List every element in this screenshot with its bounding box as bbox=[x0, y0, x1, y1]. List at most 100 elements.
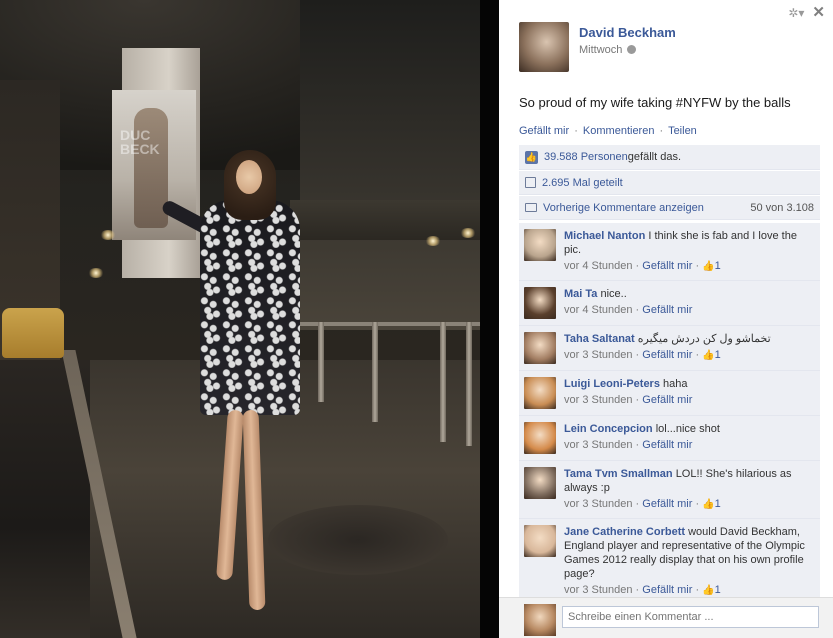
comment-like-count[interactable]: 1 bbox=[715, 584, 721, 596]
comment-text: nice.. bbox=[600, 288, 627, 300]
like-link[interactable]: Gefällt mir bbox=[519, 125, 569, 137]
close-icon[interactable]: ✕ bbox=[812, 5, 825, 20]
comment-item: Tama Tvm Smallman LOL!! She's hilarious … bbox=[519, 461, 820, 519]
comment-meta: vor 3 Stunden · Gefällt mir · 👍1 bbox=[564, 584, 721, 596]
photo-pole bbox=[440, 322, 446, 442]
comment-text: تخماشو ول کن دردش میگیره bbox=[637, 333, 771, 345]
comment-time[interactable]: vor 3 Stunden bbox=[564, 439, 633, 451]
comment-time[interactable]: vor 3 Stunden bbox=[564, 584, 633, 596]
photo-side-panel: ✲▾ ✕ David Beckham Mittwoch So proud of … bbox=[499, 0, 833, 638]
comment-item: Luigi Leoni-Peters haha vor 3 Stunden · G… bbox=[519, 371, 820, 416]
comment-time[interactable]: vor 3 Stunden bbox=[564, 498, 633, 510]
commenter-avatar[interactable] bbox=[524, 422, 556, 454]
prev-comments-link[interactable]: Vorherige Kommentare anzeigen bbox=[543, 202, 704, 214]
comment-meta: vor 4 Stunden · Gefällt mir bbox=[564, 304, 693, 316]
comment-meta: vor 3 Stunden · Gefällt mir · 👍1 bbox=[564, 349, 721, 361]
panel-controls: ✲▾ ✕ bbox=[788, 5, 825, 20]
comment-icon bbox=[525, 203, 537, 212]
post-text: So proud of my wife taking #NYFW by the … bbox=[519, 95, 791, 110]
post-time-label[interactable]: Mittwoch bbox=[579, 44, 622, 56]
commenter-name[interactable]: Lein Concepcion bbox=[564, 423, 653, 435]
feedback-summary: 👍 39.588 Personen gefällt das. 2.695 Mal… bbox=[519, 145, 820, 220]
action-separator: · bbox=[574, 125, 578, 137]
commenter-name[interactable]: Jane Catherine Corbett bbox=[564, 526, 685, 538]
likes-row: 👍 39.588 Personen gefällt das. bbox=[519, 145, 820, 170]
photo-woman-face bbox=[236, 160, 262, 194]
comment-meta: vor 4 Stunden · Gefällt mir · 👍1 bbox=[564, 260, 721, 272]
comment-time[interactable]: vor 4 Stunden bbox=[564, 260, 633, 272]
commenter-name[interactable]: Michael Nanton bbox=[564, 230, 645, 242]
commenter-avatar[interactable] bbox=[524, 377, 556, 409]
share-icon bbox=[525, 177, 536, 188]
shares-count-link[interactable]: 2.695 Mal geteilt bbox=[542, 177, 623, 189]
thumbs-up-icon: 👍 bbox=[702, 585, 715, 596]
comment-item: Michael Nanton I think she is fab and I … bbox=[519, 223, 820, 281]
viewer-avatar bbox=[524, 604, 556, 636]
commenter-avatar[interactable] bbox=[524, 287, 556, 319]
photo-taxi bbox=[2, 308, 64, 358]
comment-list: Michael Nanton I think she is fab and I … bbox=[519, 223, 820, 605]
action-separator: · bbox=[659, 125, 664, 137]
comment-body: Taha Saltanat تخماشو ول کن دردش میگیره vo… bbox=[564, 332, 771, 364]
commenter-avatar[interactable] bbox=[524, 229, 556, 261]
photo-manhole bbox=[268, 505, 448, 575]
thumbs-up-icon: 👍 bbox=[525, 150, 538, 164]
post-header: David Beckham Mittwoch bbox=[519, 22, 676, 72]
comment-body: Jane Catherine Corbett would David Beckh… bbox=[564, 525, 814, 598]
commenter-avatar[interactable] bbox=[524, 525, 556, 557]
comment-like-link[interactable]: Gefällt mir bbox=[642, 304, 692, 316]
comment-body: Tama Tvm Smallman LOL!! She's hilarious … bbox=[564, 467, 814, 512]
commenter-name[interactable]: Taha Saltanat bbox=[564, 333, 635, 345]
photo-pole bbox=[372, 322, 378, 422]
street-light bbox=[425, 236, 441, 246]
post-header-text: David Beckham Mittwoch bbox=[579, 25, 676, 72]
commenter-name[interactable]: Mai Ta bbox=[564, 288, 597, 300]
photo-scaffold bbox=[290, 200, 480, 240]
photo-pole bbox=[466, 322, 472, 446]
author-avatar[interactable] bbox=[519, 22, 569, 72]
comment-input[interactable] bbox=[562, 606, 819, 628]
likes-suffix: gefällt das. bbox=[627, 151, 681, 163]
photo-pole bbox=[318, 322, 324, 402]
comment-like-link[interactable]: Gefällt mir bbox=[642, 584, 692, 596]
comment-like-link[interactable]: Gefällt mir bbox=[642, 498, 692, 510]
comment-time[interactable]: vor 3 Stunden bbox=[564, 349, 633, 361]
commenter-avatar[interactable] bbox=[524, 332, 556, 364]
comment-meta: vor 3 Stunden · Gefällt mir bbox=[564, 394, 693, 406]
comment-like-link[interactable]: Gefällt mir bbox=[642, 394, 692, 406]
commenter-name[interactable]: Luigi Leoni-Peters bbox=[564, 378, 660, 390]
comment-body: Mai Ta nice.. vor 4 Stunden · Gefällt mir bbox=[564, 287, 692, 319]
photo-divider bbox=[480, 0, 499, 638]
comment-like-link[interactable]: Gefällt mir bbox=[642, 349, 692, 361]
photo-right-building bbox=[300, 0, 480, 330]
comments-pager-count: 50 von 3.108 bbox=[750, 201, 814, 214]
comment-like-link[interactable]: Gefällt mir bbox=[642, 260, 692, 272]
comment-link[interactable]: Kommentieren bbox=[583, 125, 655, 137]
thumbs-up-icon: 👍 bbox=[702, 499, 715, 510]
thumbs-up-icon: 👍 bbox=[702, 261, 715, 272]
comment-body: Michael Nanton I think she is fab and I … bbox=[564, 229, 814, 274]
post-actions: Gefällt mir · Kommentieren · Teilen bbox=[519, 125, 697, 137]
commenter-name[interactable]: Tama Tvm Smallman bbox=[564, 468, 673, 480]
comment-body: Lein Concepcion lol...nice shot vor 3 Stu… bbox=[564, 422, 720, 454]
comment-body: Luigi Leoni-Peters haha vor 3 Stunden · G… bbox=[564, 377, 692, 409]
photo-railing bbox=[300, 322, 480, 326]
comment-item: Jane Catherine Corbett would David Beckh… bbox=[519, 519, 820, 605]
photo-viewer[interactable]: DUC BECK bbox=[0, 0, 480, 638]
comment-time[interactable]: vor 4 Stunden bbox=[564, 304, 633, 316]
prev-comments-row: Vorherige Kommentare anzeigen 50 von 3.1… bbox=[519, 195, 820, 220]
comment-like-count[interactable]: 1 bbox=[715, 349, 721, 361]
likes-count-link[interactable]: 39.588 Personen bbox=[544, 151, 628, 163]
street-light bbox=[100, 230, 116, 240]
author-name[interactable]: David Beckham bbox=[579, 25, 676, 40]
gear-icon[interactable]: ✲▾ bbox=[788, 6, 804, 20]
share-link[interactable]: Teilen bbox=[668, 125, 697, 137]
comment-time[interactable]: vor 3 Stunden bbox=[564, 394, 633, 406]
photo-billboard-text: DUC BECK bbox=[120, 127, 160, 157]
comment-like-count[interactable]: 1 bbox=[715, 260, 721, 272]
commenter-avatar[interactable] bbox=[524, 467, 556, 499]
comment-like-count[interactable]: 1 bbox=[715, 498, 721, 510]
comment-composer bbox=[499, 597, 833, 638]
comment-like-link[interactable]: Gefällt mir bbox=[642, 439, 692, 451]
comment-meta: vor 3 Stunden · Gefällt mir bbox=[564, 439, 693, 451]
